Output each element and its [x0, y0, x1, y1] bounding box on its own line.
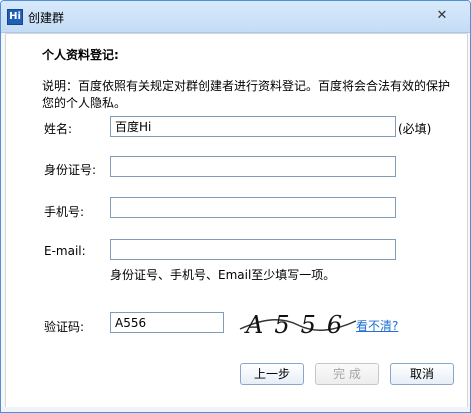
captcha-image: A556: [239, 311, 357, 339]
email-label: E-mail:: [44, 244, 86, 258]
name-label: 姓名:: [44, 122, 73, 136]
baidu-hi-logo-icon: Hi: [7, 9, 23, 25]
form-panel: 个人资料登记: 说明：百度依照有关规定对群创建者进行资料登记。百度将会合法有效的…: [5, 33, 468, 409]
finish-button[interactable]: 完 成: [315, 363, 379, 385]
title-bar[interactable]: Hi 创建群 ✕: [1, 1, 470, 33]
privacy-note: 说明：百度依照有关规定对群创建者进行资料登记。百度将会合法有效的保护您的个人隐私…: [42, 79, 451, 110]
captcha-field[interactable]: [110, 312, 224, 333]
id-card-label: 身份证号:: [44, 163, 97, 177]
captcha-text: A556: [244, 311, 353, 339]
window-bottom-border: [1, 407, 470, 412]
close-icon[interactable]: ✕: [435, 9, 449, 23]
prev-button[interactable]: 上一步: [240, 363, 304, 385]
required-mark: (必填): [398, 122, 432, 136]
phone-label: 手机号:: [44, 205, 85, 219]
captcha-label: 验证码:: [44, 320, 85, 334]
cancel-button[interactable]: 取消: [390, 363, 454, 385]
refresh-captcha-link[interactable]: 看不清?: [356, 317, 398, 334]
name-field[interactable]: [110, 116, 396, 137]
email-field[interactable]: [110, 239, 396, 260]
form-heading: 个人资料登记:: [42, 48, 119, 62]
contact-hint: 身份证号、手机号、Email至少填写一项。: [110, 268, 336, 282]
window-title: 创建群: [28, 11, 65, 25]
phone-field[interactable]: [110, 197, 396, 218]
id-card-field[interactable]: [110, 156, 396, 177]
create-group-dialog: Hi 创建群 ✕ 个人资料登记: 说明：百度依照有关规定对群创建者进行资料登记。…: [0, 0, 471, 413]
